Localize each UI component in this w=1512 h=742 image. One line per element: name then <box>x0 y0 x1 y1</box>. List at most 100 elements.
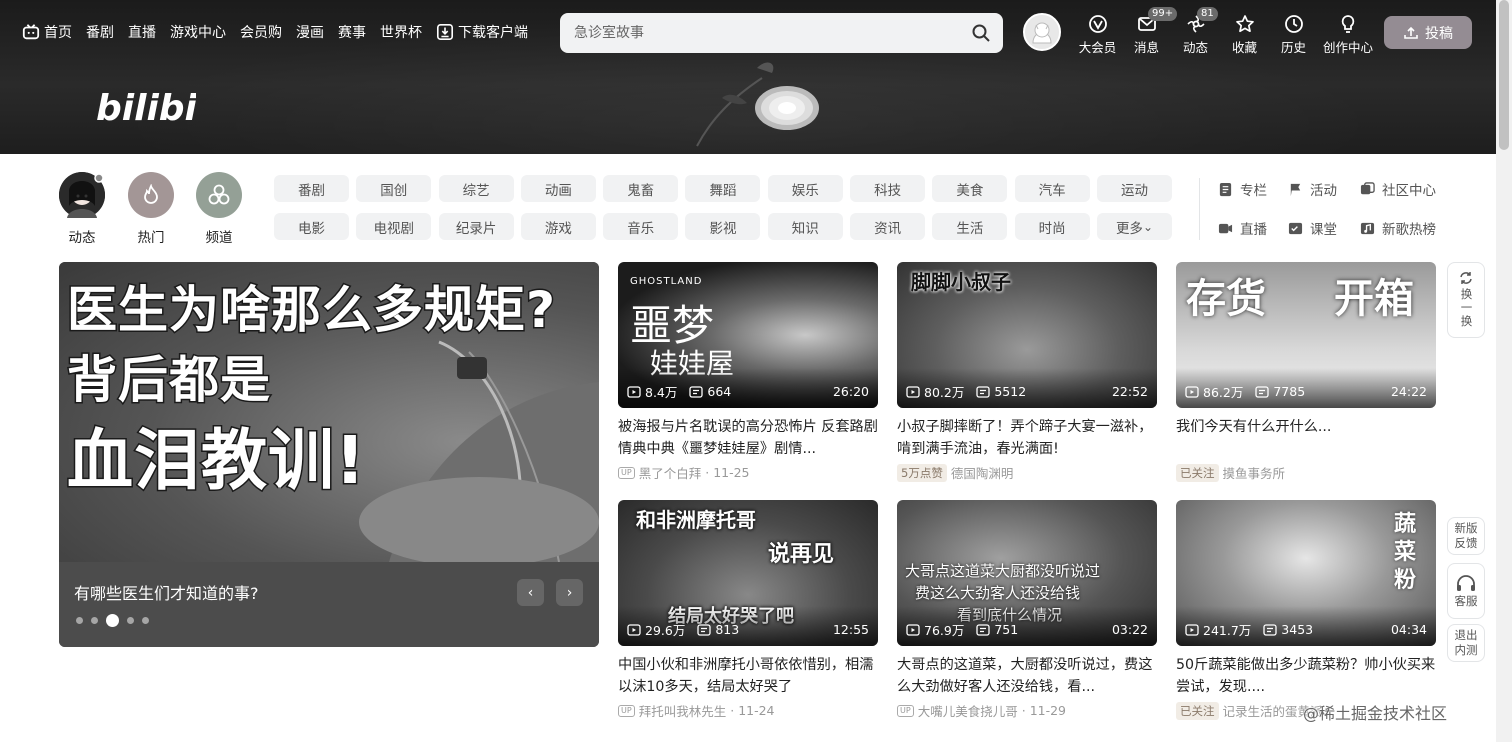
carousel-prev-button[interactable]: ‹ <box>517 579 544 606</box>
channel-tag[interactable]: 番剧 <box>274 175 349 202</box>
nav-download[interactable]: 下载客户端 <box>429 22 535 42</box>
vip-button[interactable]: 大会员 <box>1073 14 1122 56</box>
channel-tag[interactable]: 知识 <box>767 213 843 240</box>
danmaku-icon <box>1255 385 1269 398</box>
video-title[interactable]: 被海报与片名耽误的高分恐怖片 反套路剧情典中典《噩梦娃娃屋》剧情... <box>618 416 878 460</box>
extra-link-article[interactable]: 专栏 <box>1218 179 1288 199</box>
video-thumbnail[interactable]: 蔬 菜 粉 241.7万 3453 04:34 <box>1176 500 1436 646</box>
refresh-button[interactable]: 换一换 <box>1447 262 1485 338</box>
video-title[interactable]: 大哥点的这道菜，大厨都没听说过，费这么大劲做好客人还没给钱，看... <box>897 654 1157 698</box>
history-button[interactable]: 历史 <box>1269 14 1318 56</box>
banner-carousel[interactable]: 医生为啥那么多规矩? 背后都是 血泪教训! 有哪些医生们才知道的事? ‹ › <box>59 262 599 647</box>
video-thumbnail[interactable]: 大哥点这道菜大厨都没听说过 费这么大劲客人还没给钱 看到底什么情况 76.9万 … <box>897 500 1157 646</box>
top-nav: 首页 番剧 直播 游戏中心 会员购 漫画 赛事 世界杯 下载客户端 <box>22 22 535 42</box>
channel-tag[interactable]: 鬼畜 <box>603 175 679 202</box>
favorites-button[interactable]: 收藏 <box>1220 14 1269 56</box>
channel-tag[interactable]: 汽车 <box>1014 175 1090 202</box>
video-meta[interactable]: 已关注 摸鱼事务所 <box>1176 463 1436 482</box>
video-card[interactable]: 存货 开箱 86.2万 7785 24:22 我们今天有什么开什么... 已关注… <box>1176 262 1436 482</box>
quick-hot[interactable]: 热门 <box>128 172 174 246</box>
channel-tag[interactable]: 影视 <box>685 213 761 240</box>
video-thumbnail[interactable]: 和非洲摩托哥 说再见 结局太好哭了吧 29.6万 813 12:55 <box>618 500 878 646</box>
channel-tag[interactable]: 美食 <box>932 175 1008 202</box>
quick-dynamic[interactable]: 动态 <box>59 172 105 246</box>
nav-live[interactable]: 直播 <box>121 22 163 42</box>
video-title[interactable]: 中国小伙和非洲摩托小哥依依惜别，相濡以沫10多天，结局太好哭了 <box>618 654 878 698</box>
channel-tag[interactable]: 动画 <box>520 175 596 202</box>
message-button[interactable]: 99+ 消息 <box>1122 7 1178 56</box>
scrollbar-thumb[interactable] <box>1499 0 1509 150</box>
video-title[interactable]: 我们今天有什么开什么... <box>1176 416 1436 460</box>
quick-channel[interactable]: 频道 <box>196 172 242 246</box>
bulb-icon <box>1341 15 1355 33</box>
channel-tag[interactable]: 娱乐 <box>767 175 843 202</box>
search-icon[interactable] <box>971 23 991 43</box>
carousel-dot[interactable] <box>142 617 149 624</box>
channel-tag[interactable]: 音乐 <box>603 213 679 240</box>
carousel-dot[interactable] <box>127 617 134 624</box>
carousel-dot[interactable] <box>106 614 119 627</box>
channel-tag[interactable]: 运动 <box>1096 175 1172 202</box>
nav-game-center[interactable]: 游戏中心 <box>163 22 233 42</box>
video-title[interactable]: 小叔子脚摔断了！弄个蹄子大宴一滋补，啃到满手流油，春光满面! <box>897 416 1157 460</box>
channel-tag[interactable]: 电视剧 <box>356 213 432 240</box>
feedback-button[interactable]: 新版反馈 <box>1447 517 1485 555</box>
video-thumbnail[interactable]: 脚脚小叔子 80.2万 5512 22:52 <box>897 262 1157 408</box>
video-card[interactable]: 脚脚小叔子 80.2万 5512 22:52 小叔子脚摔断了！弄个蹄子大宴一滋补… <box>897 262 1157 482</box>
carousel-title[interactable]: 有哪些医生们才知道的事? <box>74 580 259 604</box>
nav-mall[interactable]: 会员购 <box>233 22 289 42</box>
channel-tag[interactable]: 电影 <box>274 213 349 240</box>
nav-home[interactable]: 首页 <box>22 22 79 42</box>
video-thumbnail[interactable]: GHOSTLAND 噩梦 娃娃屋 8.4万 664 26:20 <box>618 262 878 408</box>
video-card[interactable]: 大哥点这道菜大厨都没听说过 费这么大劲客人还没给钱 看到底什么情况 76.9万 … <box>897 500 1157 720</box>
channel-tag[interactable]: 游戏 <box>520 213 596 240</box>
channel-more-button[interactable]: 更多 ⌄ <box>1096 213 1172 240</box>
channel-tag[interactable]: 资讯 <box>850 213 926 240</box>
video-card[interactable]: 和非洲摩托哥 说再见 结局太好哭了吧 29.6万 813 12:55 中国小伙和… <box>618 500 878 720</box>
dynamic-button[interactable]: 81 动态 <box>1171 7 1220 56</box>
carousel-dot[interactable] <box>91 617 98 624</box>
download-icon <box>436 23 454 41</box>
channel-tag[interactable]: 舞蹈 <box>685 175 761 202</box>
exit-beta-button[interactable]: 退出内测 <box>1447 624 1485 662</box>
channel-tag[interactable]: 综艺 <box>438 175 514 202</box>
upload-button[interactable]: 投稿 <box>1384 16 1472 49</box>
extra-link-community[interactable]: 社区中心 <box>1360 179 1460 199</box>
video-meta[interactable]: 5万点赞 德国陶渊明 <box>897 463 1157 482</box>
channel-tag[interactable]: 纪录片 <box>438 213 514 240</box>
play-count-icon <box>906 385 920 398</box>
creator-center-button[interactable]: 创作中心 <box>1318 14 1378 56</box>
customer-service-button[interactable]: 客服 <box>1447 563 1485 619</box>
video-title[interactable]: 50斤蔬菜能做出多少蔬菜粉？帅小伙买来尝试，发现.... <box>1176 654 1436 698</box>
up-icon: UP <box>618 704 635 717</box>
video-card[interactable]: GHOSTLAND 噩梦 娃娃屋 8.4万 664 26:20 被海报与片名耽误… <box>618 262 878 482</box>
nav-manga[interactable]: 漫画 <box>289 22 331 42</box>
video-card[interactable]: 蔬 菜 粉 241.7万 3453 04:34 50斤蔬菜能做出多少蔬菜粉？帅小… <box>1176 500 1436 720</box>
bilibili-logo[interactable]: bilibili <box>96 82 222 132</box>
video-meta[interactable]: UP 拜托叫我林先生 · 11-24 <box>618 701 878 720</box>
extra-link-live-label: 直播 <box>1240 222 1267 238</box>
extra-link-live[interactable]: 直播 <box>1218 218 1288 238</box>
watermark: @稀土掘金技术社区 <box>1303 704 1448 723</box>
channel-tag[interactable]: 生活 <box>932 213 1008 240</box>
page-scrollbar[interactable] <box>1496 0 1512 742</box>
extra-link-activity[interactable]: 活动 <box>1288 179 1360 199</box>
video-meta[interactable]: UP 黑了个白拜 · 11-25 <box>618 463 878 482</box>
channel-tag[interactable]: 国创 <box>356 175 432 202</box>
nav-worldcup[interactable]: 世界杯 <box>373 22 429 42</box>
channel-tag[interactable]: 科技 <box>850 175 926 202</box>
nav-match[interactable]: 赛事 <box>331 22 373 42</box>
carousel-dot[interactable] <box>76 617 83 624</box>
video-meta[interactable]: UP 大嘴儿美食挠儿哥 · 11-29 <box>897 701 1157 720</box>
class-icon <box>1288 222 1303 234</box>
channel-icon <box>196 172 242 218</box>
video-thumbnail[interactable]: 存货 开箱 86.2万 7785 24:22 <box>1176 262 1436 408</box>
extra-link-music[interactable]: 新歌热榜 <box>1360 218 1460 238</box>
extra-link-class[interactable]: 课堂 <box>1288 218 1360 238</box>
channel-tag[interactable]: 时尚 <box>1014 213 1090 240</box>
nav-bangumi[interactable]: 番剧 <box>79 22 121 42</box>
search-input[interactable] <box>560 25 950 41</box>
meta-separator: · <box>730 703 735 718</box>
carousel-next-button[interactable]: › <box>556 579 583 606</box>
user-avatar[interactable] <box>1023 13 1061 51</box>
